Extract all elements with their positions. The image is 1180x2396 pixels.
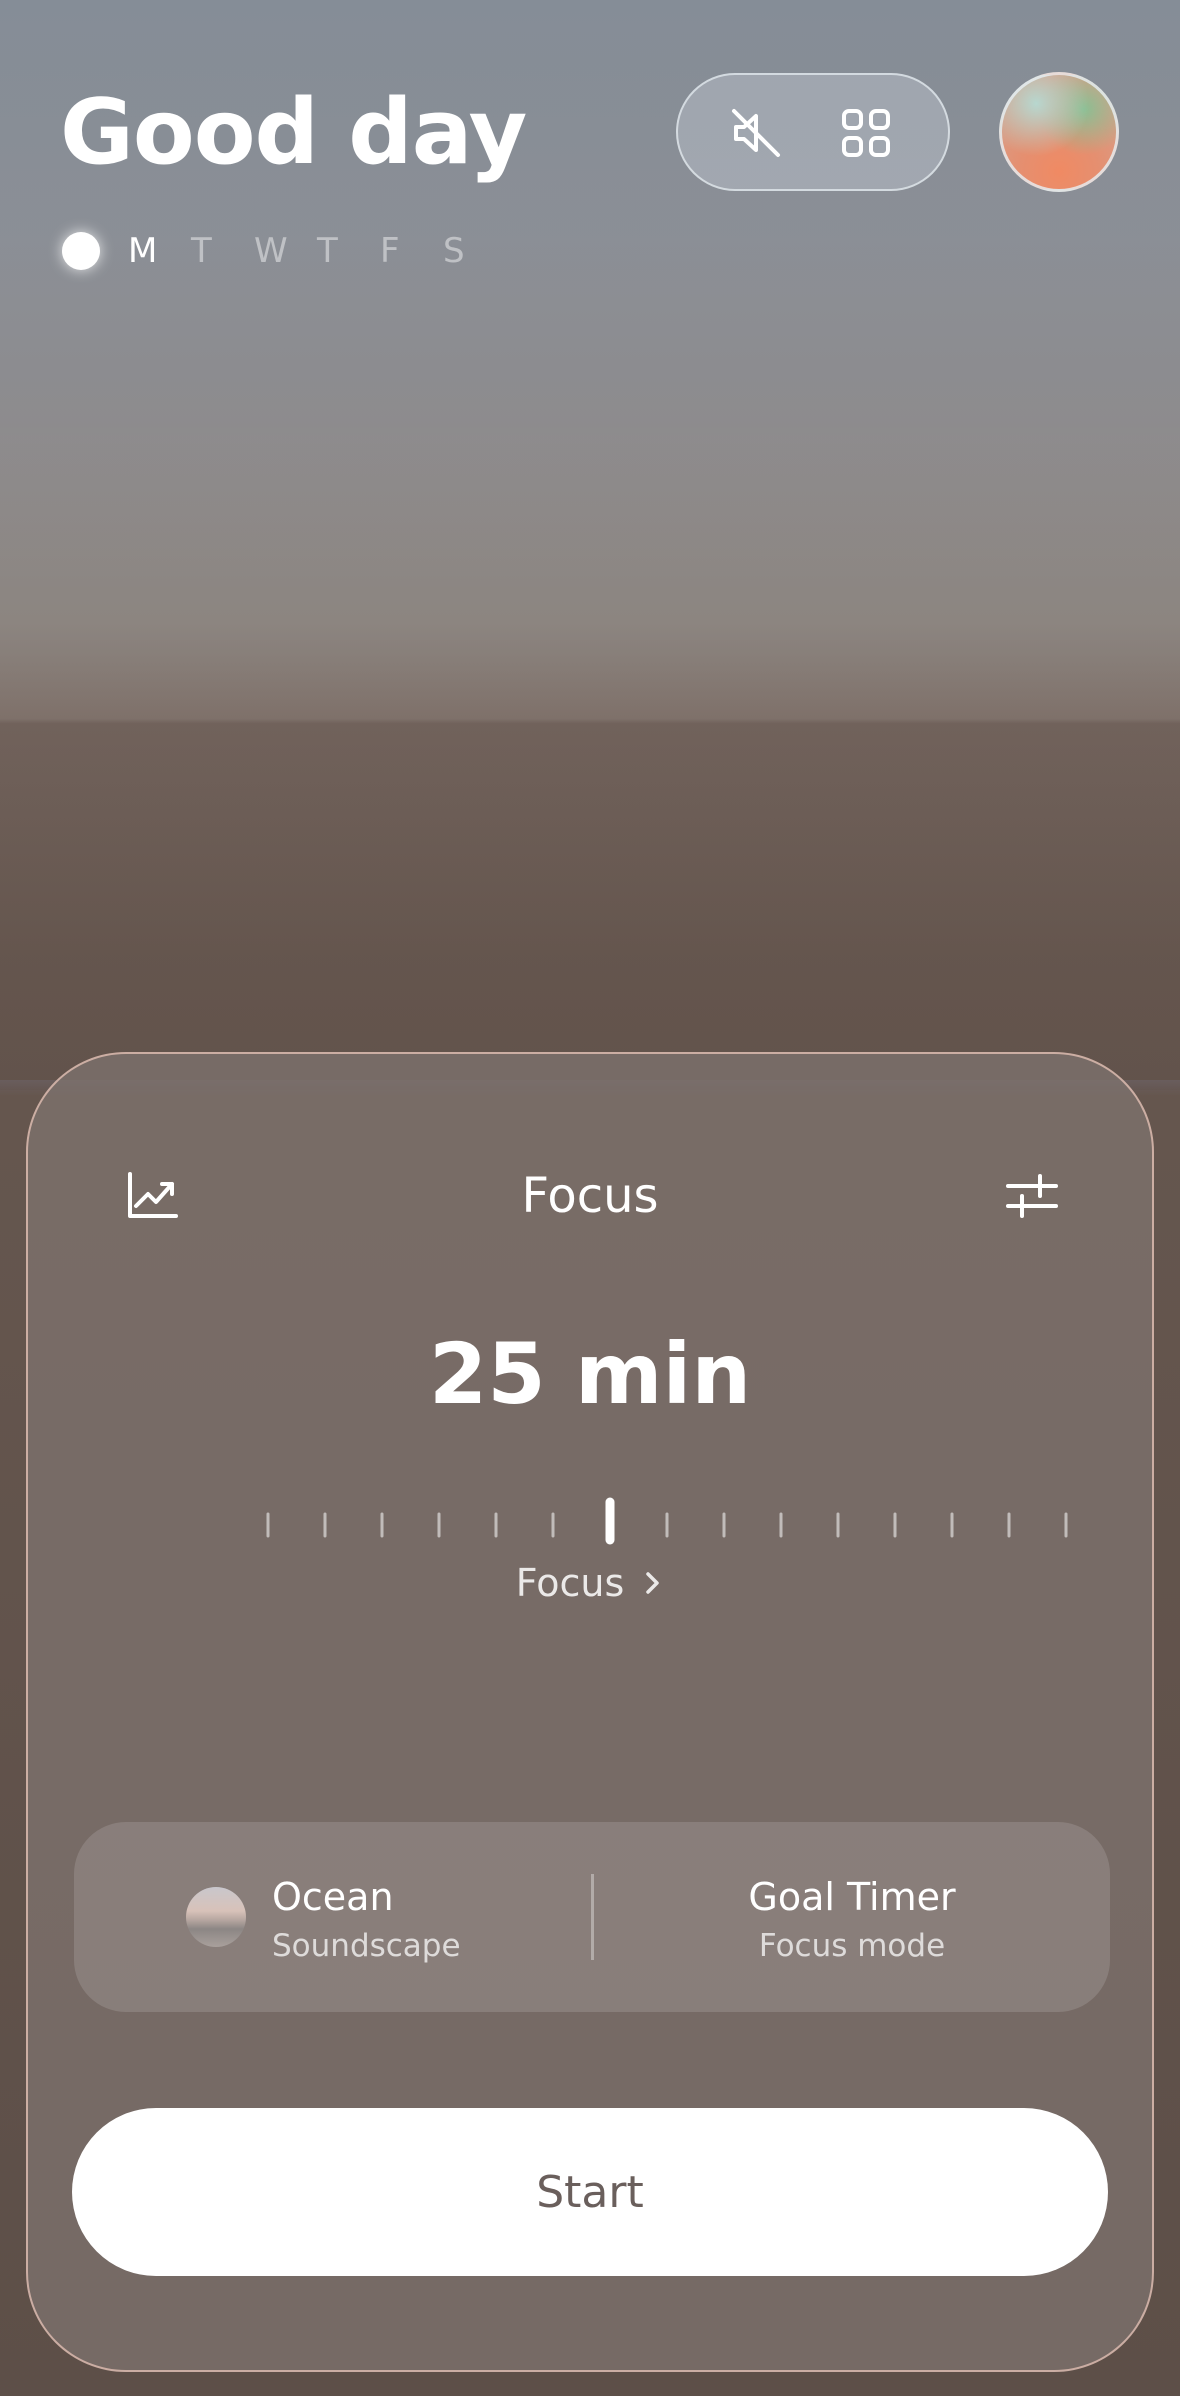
weekday-label[interactable]: S — [443, 231, 506, 271]
weekday-label[interactable]: F — [380, 231, 443, 271]
greeting-title: Good day — [60, 80, 527, 185]
weekday-label[interactable]: W — [254, 231, 317, 271]
apps-grid-button[interactable] — [838, 105, 894, 161]
soundscape-title: Ocean — [272, 1875, 394, 1919]
start-button[interactable]: Start — [72, 2108, 1108, 2276]
timer-subtitle: Focus mode — [758, 1928, 946, 1964]
sliders-icon — [1006, 1174, 1058, 1218]
grid-icon — [842, 109, 890, 157]
speaker-muted-icon — [732, 109, 780, 157]
duration-slider[interactable] — [248, 1484, 1088, 1564]
ocean-thumbnail — [186, 1887, 246, 1947]
soundscape-subtitle: Soundscape — [272, 1928, 461, 1964]
weekday-label[interactable]: M — [128, 231, 191, 271]
card-title: Focus — [521, 1168, 659, 1224]
weekday-strip: M T W T F S — [62, 228, 506, 274]
mode-label: Focus — [515, 1561, 625, 1605]
mute-button[interactable] — [728, 105, 784, 161]
duration-value: 25 min — [428, 1325, 752, 1423]
today-indicator — [62, 232, 100, 270]
weekday-label[interactable]: T — [317, 231, 380, 271]
settings-button[interactable] — [1002, 1166, 1062, 1226]
session-options: Ocean Soundscape Goal Timer Focus mode — [74, 1822, 1110, 2012]
quick-actions-pill — [676, 73, 950, 191]
mode-selector-link[interactable]: Focus — [0, 1553, 1180, 1613]
avatar[interactable] — [999, 72, 1119, 192]
chevron-right-icon — [646, 1572, 660, 1594]
timer-title: Goal Timer — [748, 1875, 956, 1919]
weekday-label[interactable]: T — [191, 231, 254, 271]
